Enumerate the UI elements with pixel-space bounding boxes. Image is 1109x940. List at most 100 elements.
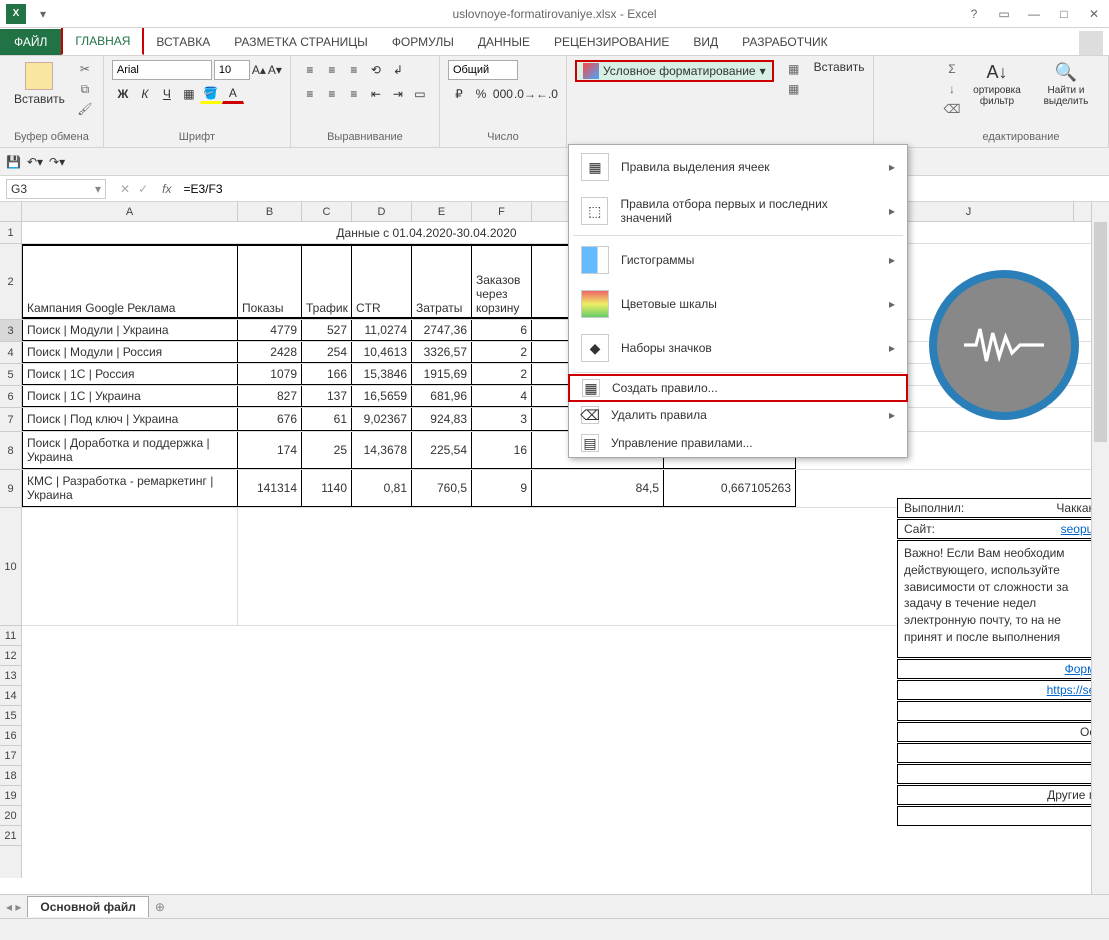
- align-center-icon[interactable]: ≡: [321, 84, 343, 104]
- cell[interactable]: 166: [302, 364, 352, 385]
- cell[interactable]: Поиск | Доработка и поддержка | Украина: [22, 432, 238, 469]
- cell-styles-icon[interactable]: ▦: [784, 80, 804, 98]
- cell[interactable]: Поиск | 1С | Украина: [22, 386, 238, 407]
- cell[interactable]: 4779: [238, 320, 302, 341]
- cell[interactable]: 1140: [302, 470, 352, 507]
- cell[interactable]: 16: [472, 432, 532, 469]
- side-performed[interactable]: Выполнил: Чакканб: [897, 498, 1109, 518]
- format-painter-icon[interactable]: 🖌: [75, 100, 95, 118]
- align-bottom-icon[interactable]: ≡: [343, 60, 365, 80]
- col-header[interactable]: B: [238, 202, 302, 221]
- align-top-icon[interactable]: ≡: [299, 60, 321, 80]
- row-header[interactable]: 2: [0, 244, 21, 320]
- indent-inc-icon[interactable]: ⇥: [387, 84, 409, 104]
- col-header[interactable]: E: [412, 202, 472, 221]
- save-icon[interactable]: 💾: [6, 155, 21, 169]
- table-header[interactable]: Трафик: [302, 244, 352, 319]
- row-header[interactable]: 5: [0, 364, 21, 386]
- cell[interactable]: 2: [472, 342, 532, 363]
- increase-font-icon[interactable]: A▴: [252, 63, 266, 77]
- table-header[interactable]: Кампания Google Реклама: [22, 244, 238, 319]
- orientation-icon[interactable]: ⟲: [365, 60, 387, 80]
- dec-decimal-icon[interactable]: ←.0: [536, 84, 558, 104]
- cell[interactable]: 61: [302, 408, 352, 431]
- sheet-tab[interactable]: Основной файл: [27, 896, 148, 917]
- cell[interactable]: 3: [472, 408, 532, 431]
- scrollbar-thumb[interactable]: [1094, 222, 1107, 442]
- sort-filter-button[interactable]: A↓ ортировка фильтр: [966, 60, 1028, 109]
- row-header[interactable]: 7: [0, 408, 21, 432]
- row-header[interactable]: 13: [0, 666, 21, 686]
- row-header[interactable]: 8: [0, 432, 21, 470]
- cell[interactable]: 137: [302, 386, 352, 407]
- cell[interactable]: Поиск | Модули | Украина: [22, 320, 238, 341]
- align-middle-icon[interactable]: ≡: [321, 60, 343, 80]
- font-color-icon[interactable]: A: [222, 84, 244, 104]
- side-site[interactable]: Сайт: seopuls: [897, 519, 1109, 539]
- cell[interactable]: Поиск | Модули | Россия: [22, 342, 238, 363]
- cell[interactable]: 6: [472, 320, 532, 341]
- cell[interactable]: 1079: [238, 364, 302, 385]
- side-osn[interactable]: Осн: [897, 722, 1109, 742]
- side-empty[interactable]: [897, 806, 1109, 826]
- table-header[interactable]: CTR: [352, 244, 412, 319]
- fill-icon[interactable]: ↓: [942, 80, 962, 98]
- row-header[interactable]: 11: [0, 626, 21, 646]
- cell[interactable]: 1915,69: [412, 364, 472, 385]
- cell[interactable]: 527: [302, 320, 352, 341]
- row-header[interactable]: 6: [0, 386, 21, 408]
- align-left-icon[interactable]: ≡: [299, 84, 321, 104]
- italic-button[interactable]: К: [134, 84, 156, 104]
- cell[interactable]: 4: [472, 386, 532, 407]
- cell[interactable]: 254: [302, 342, 352, 363]
- cf-manage-rules[interactable]: ▤ Управление правилами...: [569, 429, 907, 457]
- cf-highlight-rules[interactable]: ▦ Правила выделения ячеек ▸: [569, 145, 907, 189]
- side-empty[interactable]: [897, 701, 1109, 721]
- align-right-icon[interactable]: ≡: [343, 84, 365, 104]
- cell[interactable]: 9,02367: [352, 408, 412, 431]
- comma-icon[interactable]: 000: [492, 84, 514, 104]
- cell[interactable]: 3326,57: [412, 342, 472, 363]
- cf-color-scales[interactable]: Цветовые шкалы ▸: [569, 282, 907, 326]
- clear-icon[interactable]: ⌫: [942, 100, 962, 118]
- row-header[interactable]: 16: [0, 726, 21, 746]
- cell[interactable]: 14,3678: [352, 432, 412, 469]
- fx-icon[interactable]: fx: [156, 182, 177, 196]
- maximize-icon[interactable]: □: [1049, 2, 1079, 26]
- cf-icon-sets[interactable]: ◆ Наборы значков ▸: [569, 326, 907, 370]
- row-header[interactable]: 18: [0, 766, 21, 786]
- row-header[interactable]: 20: [0, 806, 21, 826]
- cf-top-bottom-rules[interactable]: ⬚ Правила отбора первых и последних знач…: [569, 189, 907, 233]
- row-header[interactable]: 15: [0, 706, 21, 726]
- autosum-icon[interactable]: Σ: [942, 60, 962, 78]
- row-header[interactable]: 1: [0, 222, 21, 244]
- cf-data-bars[interactable]: Гистограммы ▸: [569, 238, 907, 282]
- tab-nav-buttons[interactable]: ◂ ▸: [6, 900, 21, 914]
- cell[interactable]: 2428: [238, 342, 302, 363]
- cell[interactable]: 0,667105263: [664, 470, 796, 507]
- col-header[interactable]: F: [472, 202, 532, 221]
- user-avatar[interactable]: [1079, 31, 1103, 55]
- number-format-select[interactable]: [448, 60, 518, 80]
- cell[interactable]: 9: [472, 470, 532, 507]
- insert-cells-label[interactable]: Вставить: [814, 60, 865, 74]
- cell[interactable]: 676: [238, 408, 302, 431]
- cell[interactable]: 924,83: [412, 408, 472, 431]
- minimize-icon[interactable]: —: [1019, 2, 1049, 26]
- cell[interactable]: 2747,36: [412, 320, 472, 341]
- cell[interactable]: 16,5659: [352, 386, 412, 407]
- row-header[interactable]: 21: [0, 826, 21, 846]
- help-icon[interactable]: ?: [959, 2, 989, 26]
- cell[interactable]: Поиск | Под ключ | Украина: [22, 408, 238, 431]
- col-header[interactable]: D: [352, 202, 412, 221]
- table-header[interactable]: Затраты: [412, 244, 472, 319]
- vertical-scrollbar[interactable]: [1091, 202, 1109, 894]
- row-header[interactable]: 12: [0, 646, 21, 666]
- table-header[interactable]: Заказов через корзину: [472, 244, 532, 319]
- merge-icon[interactable]: ▭: [409, 84, 431, 104]
- tab-home[interactable]: ГЛАВНАЯ: [61, 26, 144, 55]
- col-header[interactable]: A: [22, 202, 238, 221]
- qat-dropdown-icon[interactable]: ▾: [34, 5, 52, 23]
- redo-button[interactable]: ↷▾: [49, 155, 65, 169]
- copy-icon[interactable]: ⧉: [75, 80, 95, 98]
